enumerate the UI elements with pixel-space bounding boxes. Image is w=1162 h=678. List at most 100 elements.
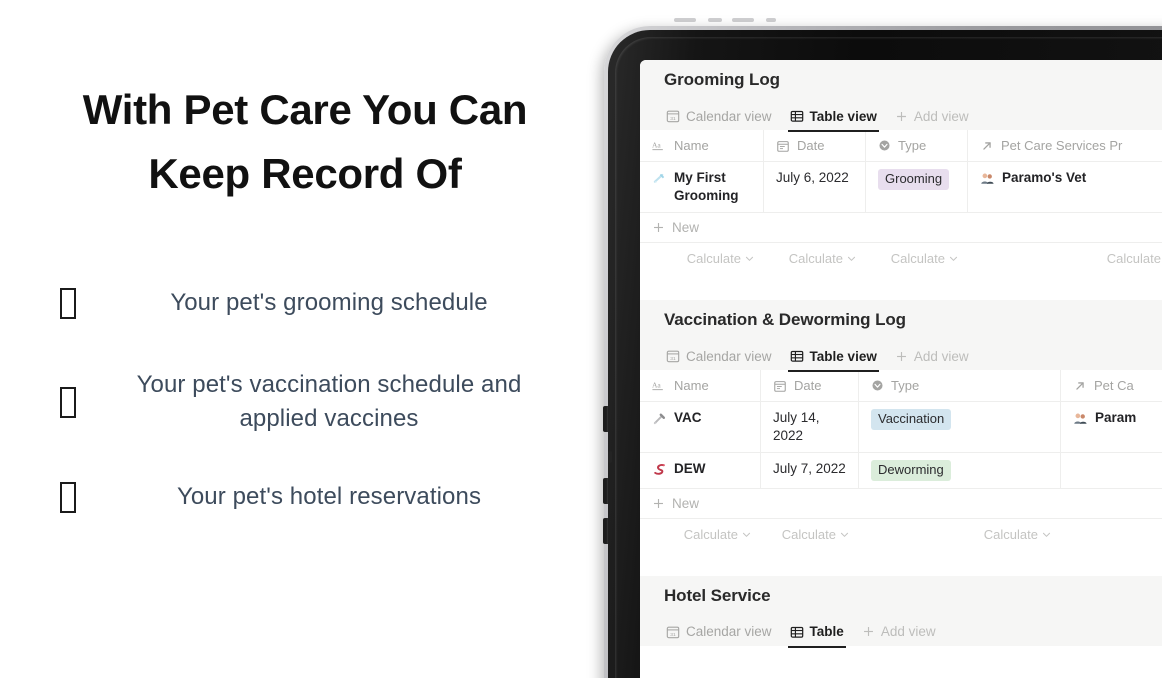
table-row[interactable]: VAC July 14, 2022 Vaccination Param	[640, 402, 1162, 454]
cell-name[interactable]: DEW	[640, 453, 761, 488]
list-item: Your pet's vaccination schedule and appl…	[60, 368, 560, 436]
svg-text:Aa: Aa	[652, 381, 661, 390]
tab-label: Add view	[913, 108, 969, 124]
tab-calendar-view[interactable]: 31 Calendar view	[664, 101, 778, 131]
table-row[interactable]: My First Grooming July 6, 2022 Grooming	[640, 162, 1162, 214]
table-grooming-log: Aa Name Date Type Pet Care Services Pr M…	[640, 130, 1162, 287]
database-title-bar: Hotel Service	[640, 575, 1162, 614]
table-footer-row: Calculate Calculate Calcul	[640, 518, 1162, 562]
view-tab-bar: 31 Calendar view	[640, 98, 1162, 132]
tab-table-view[interactable]: Table	[787, 617, 850, 648]
calculate-button[interactable]: Calculate	[640, 243, 764, 274]
column-header-relation[interactable]: Pet Ca	[1061, 370, 1162, 401]
add-new-row-button[interactable]: New	[640, 488, 1162, 519]
tofu-box-glyph-icon	[60, 481, 76, 513]
calendar-icon: 31	[666, 109, 680, 123]
table-icon	[790, 349, 804, 363]
cell-date[interactable]: July 6, 2022	[764, 162, 866, 213]
list-item: Your pet's hotel reservations	[60, 480, 560, 514]
cell-type[interactable]: Grooming	[866, 162, 968, 213]
worm-emoji-icon	[652, 462, 667, 477]
table-header-row: Aa Name	[640, 370, 1162, 403]
list-item-label: Your pet's vaccination schedule and appl…	[136, 371, 522, 433]
column-header-date[interactable]: Date	[764, 130, 866, 161]
column-header-label: Pet Ca	[1094, 378, 1134, 394]
tab-table-view[interactable]: Table view	[787, 341, 883, 373]
grooming-brush-emoji-icon	[652, 171, 667, 186]
cell-relation[interactable]: Paramo's Vet	[968, 162, 1162, 212]
tab-label: Add view	[880, 624, 936, 640]
add-view-button[interactable]: Add view	[893, 101, 975, 131]
status-badge: Deworming	[871, 460, 951, 481]
cell-name[interactable]: My First Grooming	[640, 162, 764, 213]
tofu-box-glyph-icon	[60, 287, 76, 319]
calculate-button[interactable]: Calculate	[764, 243, 866, 274]
svg-text:Aa: Aa	[652, 141, 661, 150]
tab-label: Calendar view	[686, 624, 772, 640]
column-header-date[interactable]: Date	[761, 370, 859, 402]
table-row[interactable]: DEW July 7, 2022 Deworming	[640, 453, 1162, 489]
add-view-button[interactable]: Add view	[860, 617, 942, 647]
cell-name-label: DEW	[674, 461, 706, 477]
page-title: With Pet Care You Can Keep Record Of	[82, 86, 528, 197]
calendar-icon: 31	[666, 625, 680, 639]
chevron-down-icon	[949, 254, 958, 263]
page-root: With Pet Care You Can Keep Record Of You…	[0, 0, 1162, 678]
column-header-name[interactable]: Aa Name	[640, 130, 764, 161]
cell-date-label: July 14, 2022	[773, 410, 820, 444]
section-divider	[640, 286, 1162, 301]
cell-relation-label: Paramo's Vet	[1002, 170, 1087, 185]
column-header-type[interactable]: Type	[859, 370, 1061, 402]
tab-calendar-view[interactable]: 31 Calendar view	[664, 341, 778, 371]
table-icon	[790, 625, 804, 639]
chevron-down-icon	[840, 530, 849, 539]
text-aa-icon: Aa	[652, 139, 667, 152]
cell-name-label: My First Grooming	[674, 170, 739, 204]
tab-label: Table view	[809, 108, 877, 124]
calculate-button[interactable]: Calculate	[640, 519, 761, 550]
add-new-row-button[interactable]: New	[640, 213, 1162, 244]
add-new-row-label: New	[672, 495, 700, 511]
cell-name[interactable]: VAC	[640, 402, 761, 453]
side-button[interactable]	[603, 518, 608, 544]
list-item: Your pet's grooming schedule	[60, 286, 560, 320]
select-circle-icon	[871, 379, 884, 392]
column-header-type[interactable]: Type	[866, 130, 968, 161]
list-item-label: Your pet's grooming schedule	[170, 289, 488, 316]
cell-date[interactable]: July 7, 2022	[761, 453, 859, 488]
volume-up-button[interactable]	[603, 406, 608, 432]
calculate-button[interactable]: Calculate	[866, 243, 968, 274]
cell-type[interactable]: Deworming	[859, 453, 1061, 488]
column-header-label: Date	[794, 378, 822, 394]
status-badge: Grooming	[878, 169, 950, 190]
calendar-icon	[776, 139, 790, 153]
cell-relation[interactable]: Param	[1061, 402, 1162, 452]
database-section-hotel-service: Hotel Service 31 Calendar view Table Add…	[640, 575, 1162, 648]
cell-type[interactable]: Vaccination	[859, 402, 1061, 453]
database-title: Grooming Log	[664, 70, 780, 89]
calculate-button[interactable]: Calculate	[859, 519, 1061, 550]
section-divider	[640, 561, 1162, 576]
tab-calendar-view[interactable]: 31 Calendar view	[664, 617, 778, 647]
calculate-button[interactable]: Calculate	[968, 243, 1162, 274]
view-tab-bar: 31 Calendar view	[640, 338, 1162, 373]
tofu-box-glyph-icon	[60, 386, 76, 418]
cell-date[interactable]: July 14, 2022	[761, 402, 859, 453]
text-aa-icon: Aa	[652, 379, 667, 392]
column-header-label: Type	[891, 378, 920, 394]
add-view-button[interactable]: Add view	[893, 341, 975, 371]
calculate-button[interactable]: Calculate	[761, 519, 859, 550]
cell-relation[interactable]	[1061, 453, 1162, 488]
column-header-name[interactable]: Aa Name	[640, 370, 761, 402]
svg-text:31: 31	[670, 356, 676, 362]
volume-down-button[interactable]	[603, 478, 608, 504]
column-header-relation[interactable]: Pet Care Services Pr	[968, 130, 1162, 161]
cell-name-label: VAC	[674, 410, 702, 426]
plus-icon	[652, 221, 665, 234]
column-header-label: Pet Care Services Pr	[1001, 138, 1123, 153]
tab-label: Table	[809, 624, 844, 640]
device-antenna-line	[732, 18, 754, 22]
table-header-row: Aa Name	[640, 130, 1162, 162]
calculate-label: Calculate	[983, 526, 1038, 542]
tab-table-view[interactable]: Table view	[787, 101, 883, 132]
